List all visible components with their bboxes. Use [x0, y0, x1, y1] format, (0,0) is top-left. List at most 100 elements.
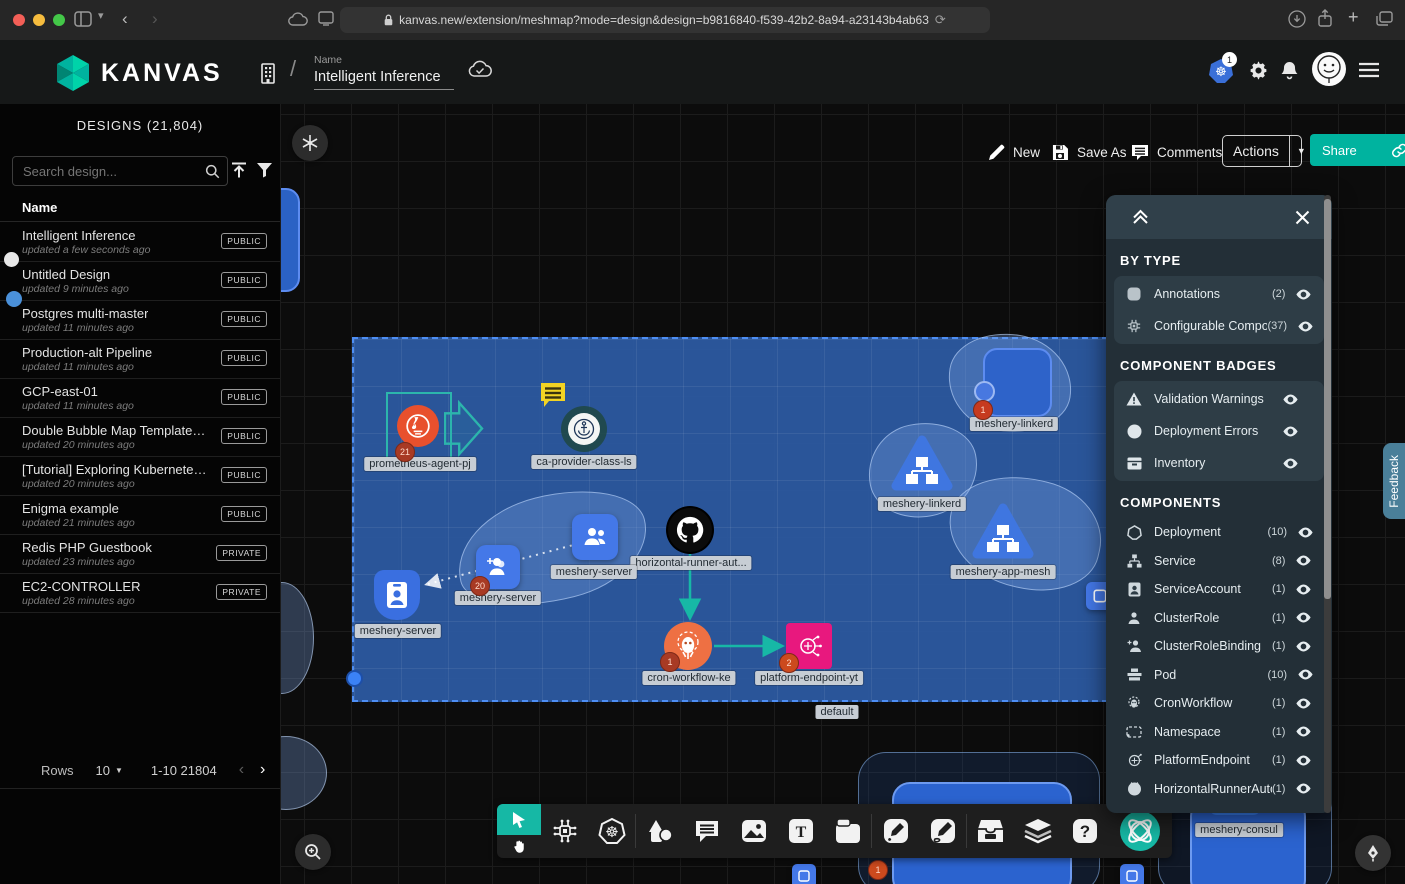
settings-gear-icon[interactable]	[1248, 60, 1269, 81]
node-linkerd-namespace[interactable]	[983, 348, 1052, 417]
arrow-shape[interactable]	[444, 400, 486, 460]
badge-row-validation-warnings[interactable]: Validation Warnings	[1114, 383, 1324, 415]
component-row-deployment[interactable]: Deployment (10)	[1106, 518, 1332, 547]
note-tool[interactable]	[824, 804, 871, 858]
node-serviceaccount[interactable]	[374, 570, 420, 620]
feedback-tab[interactable]: Feedback	[1383, 443, 1405, 519]
freeze-button[interactable]	[292, 125, 328, 161]
pan-tool[interactable]	[497, 835, 541, 858]
badge-row-deployment-errors[interactable]: Deployment Errors	[1114, 415, 1324, 447]
component-row-clusterrolebinding[interactable]: ClusterRoleBinding (1)	[1106, 632, 1332, 661]
maximize-window-button[interactable]	[53, 14, 65, 26]
design-list-item[interactable]: Postgres multi-master updated 11 minutes…	[0, 300, 280, 340]
close-window-button[interactable]	[13, 14, 25, 26]
share-icon[interactable]	[1317, 9, 1333, 28]
prev-page-icon[interactable]: ‹	[239, 761, 244, 779]
panel-scrollbar[interactable]	[1324, 195, 1331, 813]
component-row-clusterrole[interactable]: ClusterRole (1)	[1106, 604, 1332, 633]
visibility-eye-icon[interactable]	[1295, 697, 1312, 710]
save-as-button[interactable]: Save As	[1052, 144, 1127, 161]
forward-icon[interactable]: ›	[152, 9, 158, 29]
tab-overview-icon[interactable]	[1376, 11, 1393, 26]
visibility-eye-icon[interactable]	[1295, 554, 1312, 567]
design-list-item[interactable]: Untitled Design updated 9 minutes ago PU…	[0, 261, 280, 301]
select-tool[interactable]	[497, 804, 541, 858]
component-row-serviceaccount[interactable]: ServiceAccount (1)	[1106, 575, 1332, 604]
pencil-tool[interactable]	[919, 804, 966, 858]
close-panel-icon[interactable]	[1295, 210, 1310, 225]
drawer-tool[interactable]	[967, 804, 1014, 858]
layer-row-annotations[interactable]: Annotations (2)	[1114, 278, 1324, 310]
layer-row-configurable[interactable]: Configurable Compon (37)	[1114, 310, 1324, 342]
component-row-platformendpoint[interactable]: PlatformEndpoint (1)	[1106, 746, 1332, 775]
visibility-eye-icon[interactable]	[1297, 320, 1314, 333]
panel-scrollbar-thumb[interactable]	[1324, 199, 1331, 599]
visibility-eye-icon[interactable]	[1295, 754, 1312, 767]
rows-caret-icon[interactable]: ▼	[115, 766, 123, 775]
actions-dropdown-button[interactable]: Actions ▼	[1222, 135, 1302, 167]
visibility-eye-icon[interactable]	[1295, 583, 1312, 596]
node-github-runner[interactable]	[668, 508, 712, 552]
notifications-bell-icon[interactable]	[1280, 60, 1299, 81]
component-row-namespace[interactable]: Namespace (1)	[1106, 718, 1332, 747]
help-tool[interactable]: ?	[1061, 804, 1108, 858]
reader-icon[interactable]	[318, 11, 334, 26]
visibility-eye-icon[interactable]	[1297, 526, 1314, 539]
icloud-tab-icon[interactable]	[288, 12, 308, 26]
zoom-button[interactable]	[295, 834, 331, 870]
node-clusterrole[interactable]	[572, 514, 618, 560]
visibility-eye-icon[interactable]	[1295, 611, 1312, 624]
back-icon[interactable]: ‹	[122, 9, 128, 29]
node-appmesh-service[interactable]	[971, 502, 1035, 560]
visibility-eye-icon[interactable]	[1282, 457, 1299, 470]
publish-catalog-icon[interactable]	[231, 162, 247, 179]
reload-icon[interactable]: ⟳	[935, 12, 946, 28]
node-linkerd-service[interactable]	[890, 434, 954, 492]
component-row-pod[interactable]: Pod (10)	[1106, 661, 1332, 690]
collapse-panel-icon[interactable]	[1132, 209, 1149, 225]
whiteboard-pen-button[interactable]	[1355, 835, 1391, 871]
design-name-value[interactable]: Intelligent Inference	[314, 66, 454, 90]
component-row-service[interactable]: Service (8)	[1106, 547, 1332, 576]
design-name-field[interactable]: Name Intelligent Inference	[314, 54, 454, 90]
downloads-icon[interactable]	[1288, 10, 1306, 28]
chevron-down-icon[interactable]: ▾	[98, 9, 104, 22]
share-button[interactable]: Share	[1310, 134, 1405, 166]
column-header-name[interactable]: Name	[22, 200, 57, 215]
next-page-icon[interactable]: ›	[260, 761, 265, 779]
filter-icon[interactable]	[256, 162, 273, 178]
comment-annotation-icon[interactable]	[538, 380, 568, 410]
kanvas-logo[interactable]: KANVAS	[55, 54, 223, 92]
visibility-eye-icon[interactable]	[1297, 668, 1314, 681]
design-list-item[interactable]: GCP-east-01 updated 11 minutes ago PUBLI…	[0, 378, 280, 418]
comment-tool[interactable]	[683, 804, 730, 858]
rows-per-page-select[interactable]: 10	[96, 763, 110, 778]
image-tool[interactable]	[730, 804, 777, 858]
visibility-eye-icon[interactable]	[1282, 393, 1299, 406]
text-tool[interactable]: T	[777, 804, 824, 858]
comments-button[interactable]: Comments	[1131, 144, 1222, 160]
design-list-item[interactable]: Redis PHP Guestbook updated 23 minutes a…	[0, 534, 280, 574]
new-tab-icon[interactable]: +	[1348, 7, 1359, 28]
visibility-eye-icon[interactable]	[1295, 782, 1312, 795]
component-row-horizontalrunner[interactable]: HorizontalRunnerAutos (1)	[1106, 775, 1332, 804]
url-bar[interactable]: kanvas.new/extension/meshmap?mode=design…	[340, 7, 990, 33]
design-list-item[interactable]: EC2-CONTROLLER updated 28 minutes ago PR…	[0, 573, 280, 613]
cursor-tool-active[interactable]	[497, 804, 541, 835]
visibility-eye-icon[interactable]	[1282, 425, 1299, 438]
layers-tool[interactable]	[1014, 804, 1061, 858]
kubernetes-context-icon[interactable]: ☸ 1	[1208, 58, 1234, 84]
selection-handle[interactable]	[346, 670, 363, 687]
sidebar-toggle-icon[interactable]	[74, 11, 92, 27]
minimize-window-button[interactable]	[33, 14, 45, 26]
marker-tool[interactable]	[872, 804, 919, 858]
search-input[interactable]	[13, 164, 205, 179]
visibility-eye-icon[interactable]	[1295, 288, 1312, 301]
menu-hamburger-icon[interactable]	[1358, 62, 1380, 78]
shapes-tool[interactable]	[636, 804, 683, 858]
design-list-item[interactable]: Intelligent Inference updated a few seco…	[0, 222, 280, 262]
visibility-eye-icon[interactable]	[1295, 640, 1312, 653]
component-tool[interactable]	[541, 804, 588, 858]
visibility-eye-icon[interactable]	[1295, 725, 1312, 738]
design-list-item[interactable]: Double Bubble Map Template-copy updated …	[0, 417, 280, 457]
